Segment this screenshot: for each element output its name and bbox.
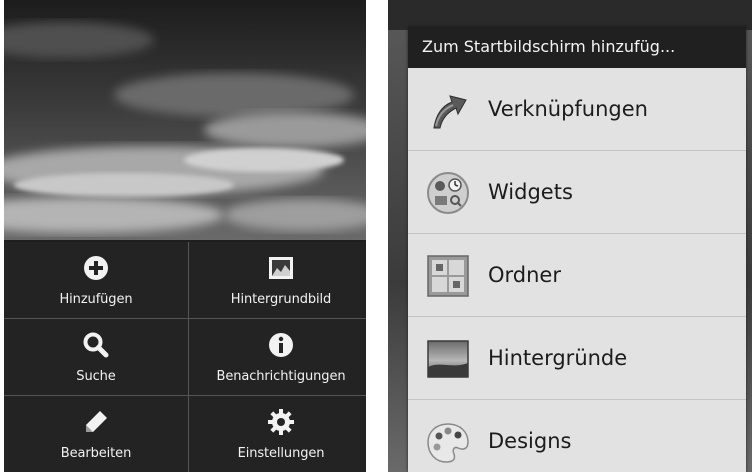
dialog-item-shortcuts[interactable]: Verknüpfungen: [408, 68, 746, 150]
dialog-item-designs[interactable]: Designs: [408, 400, 746, 472]
menu-item-wallpaper[interactable]: Hintergrundbild: [189, 242, 366, 318]
menu-item-edit[interactable]: Bearbeiten: [4, 396, 188, 472]
dialog-item-wallpapers[interactable]: Hintergründe: [408, 317, 746, 399]
dialog-item-folder[interactable]: Ordner: [408, 234, 746, 316]
folder-icon: [427, 255, 469, 297]
widgets-icon: [427, 172, 469, 214]
menu-item-label: Suche: [76, 369, 116, 384]
dialog-item-label: Ordner: [488, 263, 561, 287]
gear-icon: [268, 409, 294, 435]
add-icon: [84, 256, 108, 280]
menu-item-label: Hinzufügen: [59, 292, 133, 307]
menu-item-add[interactable]: Hinzufügen: [4, 242, 188, 318]
wallpaper-icon: [269, 257, 293, 279]
menu-item-label: Bearbeiten: [60, 446, 132, 461]
dialog-title: Zum Startbildschirm hinzufüg...: [408, 26, 746, 68]
dialog-item-label: Widgets: [488, 180, 573, 204]
dialog-item-label: Hintergründe: [488, 346, 628, 370]
menu-item-label: Einstellungen: [237, 446, 325, 461]
info-icon: [269, 333, 293, 357]
dialog-item-label: Designs: [488, 429, 572, 453]
left-phone-screen: Hinzufügen Hintergrundbild Suche Benachr…: [4, 0, 366, 472]
menu-item-search[interactable]: Suche: [4, 319, 188, 395]
menu-item-notifications[interactable]: Benachrichtigungen: [189, 319, 366, 395]
right-phone-screen: Zum Startbildschirm hinzufüg... Verknüpf…: [388, 0, 752, 472]
menu-item-label: Benachrichtigungen: [216, 369, 346, 384]
add-to-home-dialog: Zum Startbildschirm hinzufüg... Verknüpf…: [408, 26, 746, 472]
search-icon: [83, 332, 109, 358]
wallpaper-sky: [4, 0, 366, 240]
palette-icon: [427, 423, 469, 463]
pencil-icon: [86, 411, 107, 432]
wallpapers-icon: [427, 340, 469, 378]
menu-item-label: Hintergrundbild: [230, 292, 332, 307]
shortcut-arrow-icon: [433, 95, 467, 129]
dialog-item-label: Verknüpfungen: [488, 97, 648, 121]
dialog-item-widgets[interactable]: Widgets: [408, 151, 746, 233]
menu-item-settings[interactable]: Einstellungen: [189, 396, 366, 472]
